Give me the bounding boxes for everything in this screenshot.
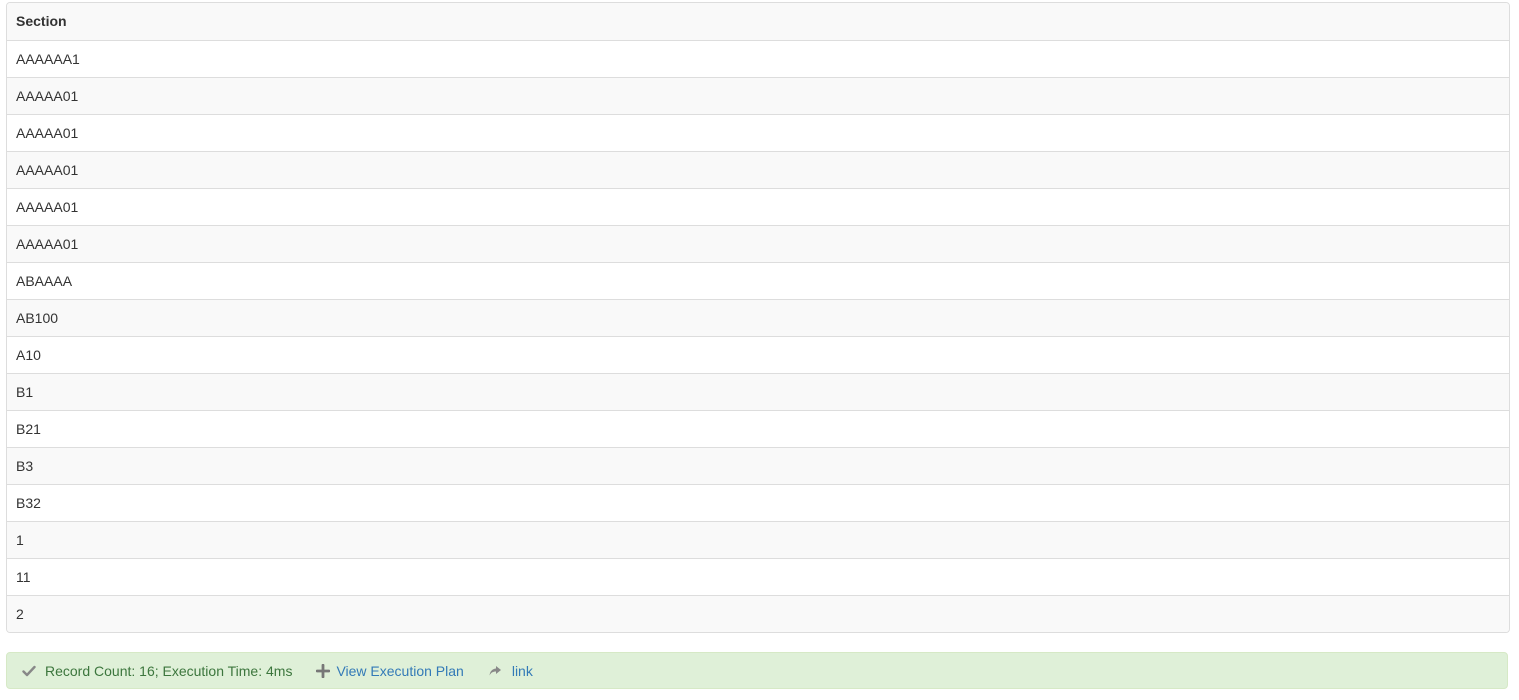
table-row: AAAAA01 [7, 224, 1509, 262]
table-row: AAAAA01 [7, 150, 1509, 188]
table-row: AAAAA01 [7, 113, 1509, 151]
table-row: A10 [7, 335, 1509, 373]
results-panel: Section AAAAAA1 AAAAA01 AAAAA01 AAAAA01 … [6, 2, 1510, 633]
table-cell: A10 [7, 335, 1509, 373]
link-label[interactable]: link [512, 663, 533, 679]
table-row: B32 [7, 483, 1509, 521]
table-cell: AAAAA01 [7, 187, 1509, 225]
table-row: 2 [7, 594, 1509, 632]
table-row: AB100 [7, 298, 1509, 336]
status-summary-text: Record Count: 16; Execution Time: 4ms [45, 662, 293, 679]
table-cell: AAAAA01 [7, 76, 1509, 114]
table-row: ABAAAA [7, 261, 1509, 299]
table-row: B3 [7, 446, 1509, 484]
plus-icon [316, 663, 331, 678]
results-table: Section AAAAAA1 AAAAA01 AAAAA01 AAAAA01 … [7, 3, 1509, 632]
status-bar: Record Count: 16; Execution Time: 4ms Vi… [6, 652, 1508, 689]
table-row: AAAAA01 [7, 76, 1509, 114]
view-execution-plan-label[interactable]: View Execution Plan [336, 663, 463, 679]
table-cell: AB100 [7, 298, 1509, 336]
link-item[interactable]: link [488, 663, 533, 679]
share-icon [489, 665, 501, 675]
status-summary: Record Count: 16; Execution Time: 4ms [22, 663, 292, 679]
table-cell: 1 [7, 520, 1509, 558]
table-cell: B3 [7, 446, 1509, 484]
table-cell: AAAAAA1 [7, 39, 1509, 77]
table-cell: AAAAA01 [7, 150, 1509, 188]
table-row: AAAAAA1 [7, 39, 1509, 77]
view-execution-plan-link[interactable]: View Execution Plan [316, 663, 464, 679]
table-row: B1 [7, 372, 1509, 410]
table-body: AAAAAA1 AAAAA01 AAAAA01 AAAAA01 AAAAA01 … [7, 39, 1509, 632]
column-header-section: Section [7, 3, 1509, 40]
table-cell: 11 [7, 557, 1509, 595]
table-cell: B32 [7, 483, 1509, 521]
table-cell: ABAAAA [7, 261, 1509, 299]
check-icon [22, 665, 36, 676]
table-cell: AAAAA01 [7, 113, 1509, 151]
table-cell: AAAAA01 [7, 224, 1509, 262]
table-row: 11 [7, 557, 1509, 595]
table-row: AAAAA01 [7, 187, 1509, 225]
table-row: 1 [7, 520, 1509, 558]
table-header-row: Section [7, 3, 1509, 40]
table-row: B21 [7, 409, 1509, 447]
table-cell: B1 [7, 372, 1509, 410]
table-cell: 2 [7, 594, 1509, 632]
table-cell: B21 [7, 409, 1509, 447]
